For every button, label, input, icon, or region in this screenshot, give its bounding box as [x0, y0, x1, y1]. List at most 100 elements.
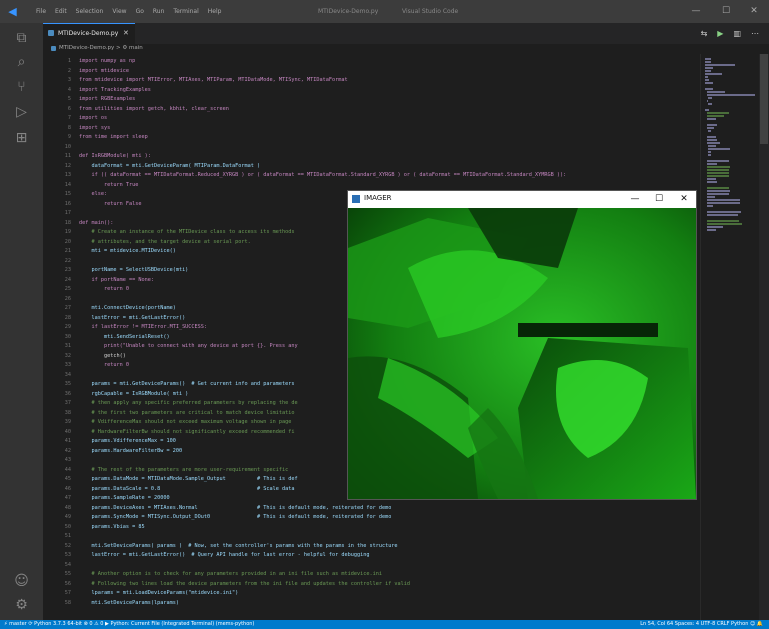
minimap-row	[708, 148, 730, 150]
menu-view[interactable]: View	[112, 8, 126, 15]
title-bar: ◀ File Edit Selection View Go Run Termin…	[0, 0, 769, 23]
editor-scrollbar[interactable]	[759, 54, 769, 620]
code-text: from utilities import getch, kbhit, clea…	[79, 105, 229, 112]
code-line[interactable]: 52 mti.SetDeviceParams( params ) # Now, …	[43, 542, 700, 551]
code-line[interactable]: 13 if (( dataFormat == MTIDataFormat.Red…	[43, 171, 700, 180]
minimap-row	[706, 196, 716, 198]
imager-minimize-button[interactable]: —	[624, 192, 646, 207]
code-line[interactable]: 56 # Following two lines load the device…	[43, 580, 700, 589]
imager-maximize-button[interactable]: ☐	[648, 192, 670, 207]
account-icon[interactable]: ☺	[12, 572, 31, 591]
imager-close-button[interactable]: ✕	[673, 192, 695, 207]
minimap[interactable]	[700, 54, 759, 620]
minimap-row	[706, 181, 717, 183]
menu-go[interactable]: Go	[136, 8, 144, 15]
settings-gear-icon[interactable]: ⚙	[12, 596, 31, 615]
code-line[interactable]: 14 return True	[43, 181, 700, 190]
minimap-row	[705, 70, 712, 72]
code-line[interactable]: 50 params.Vbias = 85	[43, 523, 700, 532]
line-number: 7	[67, 115, 71, 121]
menu-terminal[interactable]: Terminal	[173, 8, 198, 15]
minimap-row	[705, 109, 709, 111]
menu-run[interactable]: Run	[153, 8, 165, 15]
line-number: 29	[64, 324, 71, 330]
line-number: 12	[64, 162, 71, 169]
code-line[interactable]: 55 # Another option is to check for any …	[43, 570, 700, 579]
line-number: 50	[64, 523, 71, 530]
minimap-row	[706, 91, 726, 93]
code-line[interactable]: 8 import sys	[43, 124, 700, 133]
code-line[interactable]: 12 dataFormat = mti.GetDeviceParam( MTIP…	[43, 162, 700, 171]
code-text: from time import sleep	[79, 134, 148, 140]
minimap-row	[705, 73, 722, 75]
menu-selection[interactable]: Selection	[76, 8, 104, 15]
code-line[interactable]: 1 import numpy as np	[43, 57, 700, 66]
extensions-icon[interactable]: ⊞	[12, 129, 31, 148]
code-line[interactable]: 2 import mtidevice	[43, 67, 700, 76]
code-line[interactable]: 6 from utilities import getch, kbhit, cle…	[43, 105, 700, 114]
menu-help[interactable]: Help	[208, 8, 222, 15]
code-line[interactable]: 58 mti.SetDeviceParams(lparams)	[43, 599, 700, 608]
code-text: # VdifferenceMax should not exceed maxim…	[79, 419, 292, 425]
imager-window[interactable]: IMAGER — ☐ ✕	[347, 190, 697, 500]
code-line[interactable]: 53 lastError = mti.GetLastError() # Quer…	[43, 551, 700, 560]
code-text: mti.SendSerialReset()	[79, 333, 170, 340]
code-text: return 0	[79, 362, 129, 368]
close-button[interactable]: ✕	[739, 0, 769, 23]
run-file-icon[interactable]: ▶	[717, 29, 723, 38]
minimap-row	[705, 76, 709, 78]
source-control-icon[interactable]: ⑂	[12, 78, 31, 97]
run-debug-icon[interactable]: ▷	[12, 103, 31, 122]
code-text: import numpy as np	[79, 58, 136, 64]
code-line[interactable]: 5 import RGBExamples	[43, 95, 700, 104]
code-line[interactable]: 3 from mtidevice import MTIError, MTIAxes…	[43, 76, 700, 85]
line-number: 1	[67, 58, 71, 64]
explorer-icon[interactable]: ⧉	[12, 29, 31, 48]
vscode-logo-icon: ◀	[8, 5, 17, 18]
imager-title-bar[interactable]: IMAGER — ☐ ✕	[348, 191, 696, 208]
minimap-row	[708, 103, 713, 105]
code-text: portName = SelectUSBDevice(mti)	[79, 267, 189, 273]
line-number: 20	[64, 238, 71, 245]
minimap-row	[706, 229, 717, 231]
code-text: params.VdifferenceMax = 100	[79, 438, 176, 444]
code-line[interactable]: 57 lparams = mti.LoadDeviceParams("mtide…	[43, 589, 700, 598]
split-editor-icon[interactable]: ▥	[733, 29, 741, 38]
menu-edit[interactable]: Edit	[55, 8, 67, 15]
code-line[interactable]: 51	[43, 532, 700, 541]
minimap-row	[706, 166, 730, 168]
code-text: import sys	[79, 124, 111, 131]
code-text: # Following two lines load the device pa…	[79, 580, 411, 587]
code-line[interactable]: 54	[43, 561, 700, 570]
tab-mtidevice-demo[interactable]: MTIDevice-Demo.py ✕	[43, 23, 135, 44]
code-line[interactable]: 4 import TrackingExamples	[43, 86, 700, 95]
minimap-row	[706, 193, 730, 195]
minimize-button[interactable]: —	[681, 0, 711, 23]
line-number: 57	[64, 590, 71, 596]
code-line[interactable]: 9 from time import sleep	[43, 133, 700, 142]
line-number: 32	[64, 352, 71, 359]
status-bar-right[interactable]: Ln 54, Col 64 Spaces: 4 UTF-8 CRLF Pytho…	[640, 620, 763, 629]
status-bar-left[interactable]: ⚡ master ⟳ Python 3.7.3 64-bit ⊗ 0 ⚠ 0 ▶…	[4, 620, 254, 629]
search-icon[interactable]: ⌕	[12, 53, 31, 72]
minimap-row	[706, 223, 743, 225]
compare-icon[interactable]: ⇆	[701, 29, 708, 38]
line-number: 40	[64, 428, 71, 435]
minimap-row	[705, 64, 736, 66]
menu-file[interactable]: File	[36, 8, 46, 15]
code-line[interactable]: 11 def IsRGBModule( mti ):	[43, 152, 700, 161]
code-line[interactable]: 7 import os	[43, 114, 700, 123]
more-actions-icon[interactable]: ⋯	[751, 29, 759, 38]
maximize-button[interactable]: ☐	[711, 0, 741, 23]
code-line[interactable]: 49 params.SyncMode = MTISync.Output_DOut…	[43, 513, 700, 522]
tab-close-icon[interactable]: ✕	[123, 29, 129, 37]
code-line[interactable]: 10	[43, 143, 700, 152]
line-number: 53	[64, 552, 71, 558]
editor-actions: ⇆ ▶ ▥ ⋯	[701, 23, 759, 44]
code-line[interactable]: 48 params.DeviceAxes = MTIAxes.Normal # …	[43, 504, 700, 513]
editor-tab-bar: MTIDevice-Demo.py ✕ ⇆ ▶ ▥ ⋯	[43, 23, 769, 44]
breadcrumb[interactable]: MTIDevice-Demo.py > ⚙ main	[43, 44, 693, 54]
scrollbar-thumb[interactable]	[760, 54, 768, 144]
code-text: return False	[79, 200, 142, 207]
code-text: mti.ConnectDevice(portName)	[79, 305, 176, 311]
